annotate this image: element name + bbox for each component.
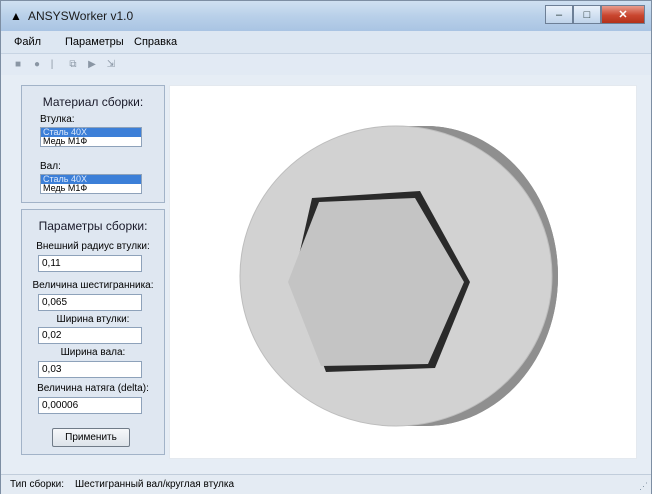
model-viewport[interactable] [169, 85, 637, 459]
shaft-option-copper[interactable]: Медь М1Ф [41, 184, 141, 193]
parameters-group: Параметры сборки: Внешний радиус втулки:… [21, 209, 165, 455]
close-icon: ✕ [618, 9, 628, 21]
menu-help[interactable]: Справка [134, 36, 177, 48]
outer-radius-label: Внешний радиус втулки: [36, 241, 150, 252]
parameters-title: Параметры сборки: [38, 219, 148, 233]
toolbar-divider: | [50, 59, 54, 70]
export-icon[interactable]: ⇲ [104, 58, 118, 71]
menu-parameters[interactable]: Параметры [65, 36, 124, 48]
minimize-button[interactable]: – [545, 5, 573, 24]
outer-radius-input[interactable]: 0,11 [38, 255, 142, 272]
circle-icon[interactable]: ● [30, 58, 44, 71]
play-icon[interactable]: ▶ [85, 58, 99, 71]
hex-size-input[interactable]: 0,065 [38, 294, 142, 311]
status-value: Шестигранный вал/круглая втулка [75, 479, 235, 490]
assembly-3d-view [239, 125, 558, 427]
maximize-icon: □ [583, 8, 591, 21]
hex-size-label: Величина шестигранника: [32, 280, 154, 291]
title-bar[interactable]: ▲ ANSYSWorker v1.0 – □ ✕ [1, 1, 651, 31]
maximize-button[interactable]: □ [573, 5, 601, 24]
menu-file[interactable]: Файл [14, 36, 41, 48]
bushing-width-input[interactable]: 0,02 [38, 327, 142, 344]
app-window: ▲ ANSYSWorker v1.0 – □ ✕ Файл Параметры … [0, 0, 652, 494]
ansys-logo-icon: ▲ [10, 9, 22, 23]
shaft-label: Вал: [40, 161, 61, 172]
bushing-width-label: Ширина втулки: [56, 314, 130, 325]
square-icon[interactable]: ■ [11, 58, 25, 71]
bushing-label: Втулка: [40, 114, 75, 125]
menu-bar: Файл Параметры Справка [1, 31, 651, 54]
window-controls: – □ ✕ [545, 5, 645, 24]
bushing-listbox[interactable]: Сталь 40Х Медь М1Ф [40, 127, 142, 147]
interference-input[interactable]: 0,00006 [38, 397, 142, 414]
toolbar: ■ ● | ⧉ ▶ ⇲ [1, 54, 651, 75]
close-button[interactable]: ✕ [601, 5, 645, 24]
window-title: ANSYSWorker v1.0 [28, 9, 134, 23]
material-group: Материал сборки: Втулка: Сталь 40Х Медь … [21, 85, 165, 203]
shaft-width-input[interactable]: 0,03 [38, 361, 142, 378]
status-bar: Тип сборки: Шестигранный вал/круглая вту… [1, 474, 651, 494]
shaft-width-label: Ширина вала: [60, 347, 126, 358]
minimize-icon: – [555, 8, 563, 21]
copy-icon[interactable]: ⧉ [66, 58, 80, 71]
material-title: Материал сборки: [42, 95, 144, 109]
shaft-listbox[interactable]: Сталь 40Х Медь М1Ф [40, 174, 142, 194]
resize-grip-icon[interactable]: ⋰ [639, 481, 648, 492]
bushing-option-copper[interactable]: Медь М1Ф [41, 137, 141, 146]
status-label: Тип сборки: [10, 479, 65, 490]
interference-label: Величина натяга (delta): [37, 383, 149, 394]
apply-button[interactable]: Применить [52, 428, 130, 447]
